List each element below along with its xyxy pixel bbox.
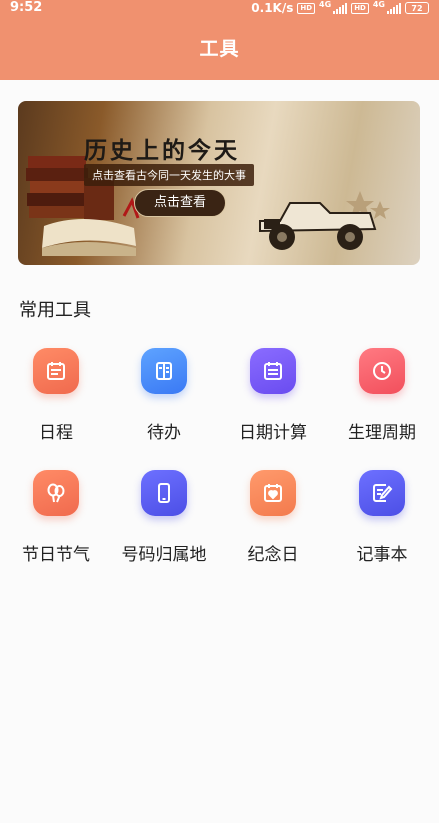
tool-label: 待办 bbox=[147, 423, 181, 443]
tool-period-cycle[interactable]: 生理周期 bbox=[327, 348, 437, 448]
tool-label: 生理周期 bbox=[348, 423, 416, 443]
jeep-illustration bbox=[259, 191, 390, 250]
banner-subtitle: 点击查看古今同一天发生的大事 bbox=[84, 164, 254, 186]
network-type: 4G bbox=[319, 0, 332, 9]
tool-anniversary[interactable]: 纪念日 bbox=[218, 470, 328, 570]
tool-label: 号码归属地 bbox=[121, 545, 207, 565]
hd-badge-2: HD bbox=[351, 2, 369, 14]
history-today-banner[interactable]: 历史上的今天 点击查看古今同一天发生的大事 点击查看 bbox=[18, 101, 420, 265]
battery-icon: 72 bbox=[405, 2, 429, 14]
todo-list-icon bbox=[141, 348, 187, 394]
clock-icon bbox=[359, 348, 405, 394]
heart-calendar-icon bbox=[250, 470, 296, 516]
hd-badge: HD bbox=[297, 2, 316, 14]
tool-label: 日程 bbox=[39, 423, 73, 443]
app-header: 9:52 0.1K/s HD 4G HD 4G 72 工具 bbox=[0, 0, 439, 80]
tool-label: 节日节气 bbox=[22, 545, 90, 565]
notepad-icon bbox=[359, 470, 405, 516]
status-time: 9:52 bbox=[10, 0, 43, 15]
balloon-icon bbox=[33, 470, 79, 516]
tool-schedule[interactable]: 日程 bbox=[1, 348, 111, 448]
phone-icon bbox=[141, 470, 187, 516]
date-calc-icon bbox=[250, 348, 296, 394]
status-indicators: 0.1K/s HD 4G HD 4G 72 bbox=[251, 0, 429, 16]
calendar-icon bbox=[33, 348, 79, 394]
tool-label: 记事本 bbox=[356, 545, 408, 565]
tool-phone-location[interactable]: 号码归属地 bbox=[109, 470, 219, 570]
tool-todo[interactable]: 待办 bbox=[109, 348, 219, 448]
signal-icon-2 bbox=[387, 2, 401, 14]
network-speed: 0.1K/s bbox=[251, 1, 294, 15]
signal-icon bbox=[333, 2, 348, 14]
tool-label: 日期计算 bbox=[239, 423, 307, 443]
common-tools-heading: 常用工具 bbox=[19, 300, 91, 321]
banner-title: 历史上的今天 bbox=[84, 137, 240, 164]
tool-date-calc[interactable]: 日期计算 bbox=[218, 348, 328, 448]
tool-notepad[interactable]: 记事本 bbox=[327, 470, 437, 570]
page-title: 工具 bbox=[199, 38, 240, 60]
view-button[interactable]: 点击查看 bbox=[134, 189, 226, 217]
tool-label: 纪念日 bbox=[247, 545, 299, 565]
tool-festivals[interactable]: 节日节气 bbox=[1, 470, 111, 570]
network-type-2: 4G bbox=[372, 0, 385, 9]
status-bar: 9:52 0.1K/s HD 4G HD 4G 72 bbox=[0, 0, 439, 18]
